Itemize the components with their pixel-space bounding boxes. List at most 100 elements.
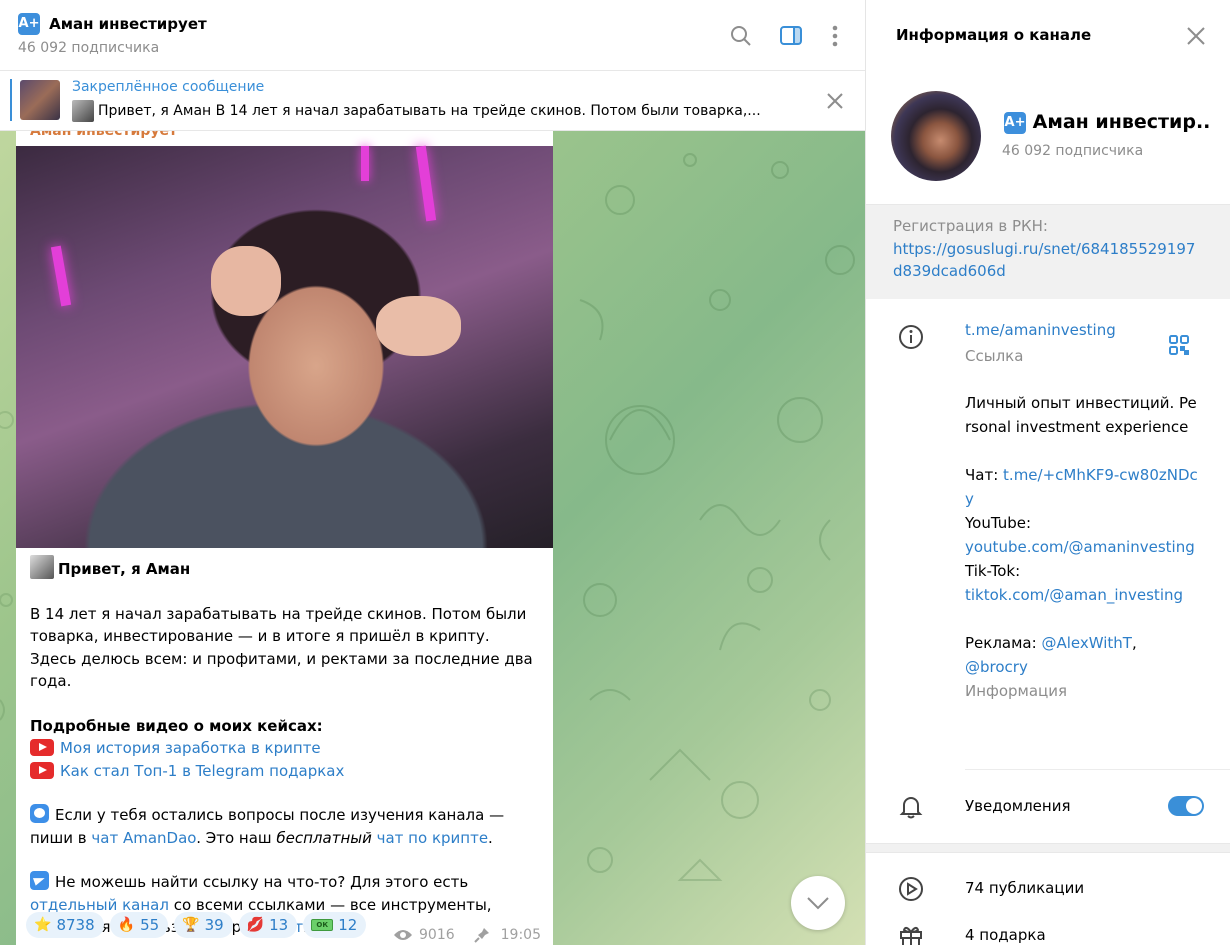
youtube-label: YouTube: — [965, 514, 1032, 532]
message-author: Аман инвестирует — [30, 131, 178, 139]
channel-badge-icon: A+ — [1004, 111, 1026, 134]
reaction-count: 8738 — [56, 916, 95, 934]
channel-avatar[interactable] — [891, 91, 981, 181]
message-bubble[interactable]: Аман инвестирует Привет, я Аман В 14 лет… — [16, 131, 553, 945]
reaction-count: 13 — [269, 916, 289, 934]
pinned-text: Привет, я Аман В 14 лет я начал зарабаты… — [98, 103, 761, 119]
reaction-lips[interactable]: 💋 13 — [238, 912, 298, 938]
chevron-down-icon — [807, 897, 829, 910]
star-icon: ⭐ — [34, 917, 52, 933]
pinned-thumbnail — [20, 80, 60, 120]
chat-label: Чат: — [965, 466, 1004, 484]
greeting-avatar-icon — [30, 555, 54, 579]
gifts-count[interactable]: 4 подарка — [965, 926, 1046, 944]
pinned-message[interactable]: Закреплённое сообщение Привет, я Аман В … — [0, 71, 865, 131]
close-pinned-icon[interactable] — [825, 91, 845, 111]
pinned-accent-bar — [10, 79, 12, 121]
neon-light — [361, 146, 369, 181]
question-text: . Это наш — [196, 828, 277, 847]
pinned-text-row: Привет, я Аман В 14 лет я начал зарабаты… — [72, 100, 812, 122]
channel-description: Личный опыт инвестиций. Personal investm… — [965, 391, 1200, 703]
youtube-icon — [30, 761, 54, 779]
more-menu-icon[interactable] — [821, 22, 849, 50]
views-eye-icon — [394, 930, 412, 940]
rkn-registration: Регистрация в РКН: https://gosuslugi.ru/… — [866, 204, 1230, 299]
intro-text: В 14 лет я начал зарабатывать на трейде … — [30, 604, 533, 691]
links-text: Не можешь найти ссылку на что-то? Для эт… — [55, 873, 469, 891]
reaction-cash[interactable]: ОК 12 — [303, 912, 367, 938]
ad-separator: , — [1131, 634, 1137, 652]
rkn-label: Регистрация в РКН: — [893, 217, 1048, 235]
notifications-toggle[interactable] — [1168, 796, 1204, 816]
channel-name: Аман инвестирует — [49, 15, 207, 33]
search-icon[interactable] — [727, 22, 755, 50]
channel-badge-icon: A+ — [18, 13, 40, 35]
ad-link-alex[interactable]: @AlexWithT — [1041, 634, 1132, 652]
chat-amandao-link[interactable]: чат AmanDao — [91, 829, 196, 847]
youtube-link[interactable]: youtube.com/@amaninvesting — [965, 535, 1200, 559]
publications-icon — [897, 875, 925, 903]
rkn-link[interactable]: https://gosuslugi.ru/snet/684185529197d8… — [893, 238, 1203, 282]
neon-light — [415, 145, 437, 222]
message-time: 19:05 — [500, 927, 541, 943]
info-channel-name-row: A+ Аман инвестир... — [1004, 111, 1209, 134]
header-title[interactable]: A+ Аман инвестирует — [18, 13, 207, 35]
channel-link[interactable]: t.me/amaninvesting — [965, 321, 1116, 339]
subscriber-count: 46 092 подписчика — [18, 40, 160, 56]
bell-icon — [897, 793, 925, 821]
telegram-icon — [30, 871, 49, 890]
emphasis-text: бесплатный — [276, 828, 372, 847]
reactions-bar: ⭐ 8738 🔥 55 🏆 39 💋 13 ОК 12 — [26, 912, 367, 938]
divider — [965, 769, 1230, 770]
qr-code-icon[interactable] — [1165, 331, 1193, 359]
greeting: Привет, я Аман — [58, 560, 191, 578]
crypto-chat-link[interactable]: чат по крипте — [377, 829, 488, 847]
message-meta: 9016 19:05 — [393, 926, 541, 944]
reaction-star[interactable]: ⭐ 8738 — [26, 912, 104, 938]
ad-label: Реклама: — [965, 634, 1042, 652]
description-text: Личный опыт инвестиций. Personal investm… — [965, 394, 1197, 436]
section-divider — [866, 843, 1230, 853]
pinned-label: Закреплённое сообщение — [72, 79, 265, 95]
info-channel-name: Аман инвестир... — [1032, 111, 1209, 133]
description-label: Информация — [965, 682, 1068, 700]
ad-link-brocry[interactable]: @brocry — [965, 655, 1200, 679]
gift-icon — [897, 922, 925, 945]
reaction-count: 12 — [338, 916, 358, 934]
video-link-1[interactable]: Моя история заработка в крипте — [60, 739, 321, 757]
reaction-trophy[interactable]: 🏆 39 — [174, 912, 233, 938]
separate-channel-link[interactable]: отдельный канал — [30, 896, 169, 914]
channel-link-label: Ссылка — [965, 347, 1024, 365]
tiktok-label: Tik-Tok: — [965, 562, 1021, 580]
channel-info-panel: Информация о канале A+ Аман инвестир... … — [865, 0, 1230, 945]
publications-count[interactable]: 74 публикации — [965, 879, 1084, 897]
info-subscriber-count: 46 092 подписчика — [1002, 143, 1144, 159]
close-info-icon[interactable] — [1186, 26, 1206, 46]
scroll-down-button[interactable] — [791, 876, 845, 930]
reaction-count: 39 — [204, 916, 224, 934]
reaction-fire[interactable]: 🔥 55 — [109, 912, 169, 938]
question-text: . — [488, 828, 493, 847]
sidebar-toggle-icon[interactable] — [777, 22, 805, 50]
trophy-icon: 🏆 — [182, 917, 200, 933]
notifications-label: Уведомления — [965, 797, 1071, 815]
message-photo[interactable] — [16, 145, 553, 548]
chat-area: A+ Аман инвестирует 46 092 подписчика За… — [0, 0, 865, 945]
message-text: Привет, я Аман В 14 лет я начал зарабаты… — [30, 555, 540, 939]
videos-heading: Подробные видео о моих кейсах: — [30, 716, 323, 735]
fire-icon: 🔥 — [117, 917, 136, 933]
info-circle-icon — [897, 323, 925, 351]
neon-light — [50, 245, 72, 307]
pin-icon — [473, 928, 489, 943]
info-panel-title: Информация о канале — [896, 26, 1092, 44]
photo-detail — [211, 246, 281, 316]
reaction-count: 55 — [140, 916, 160, 934]
pinned-mini-avatar — [72, 100, 94, 122]
lips-icon: 💋 — [246, 917, 265, 933]
photo-detail — [376, 296, 461, 356]
chat-header[interactable]: A+ Аман инвестирует 46 092 подписчика — [0, 0, 865, 71]
video-link-2[interactable]: Как стал Топ-1 в Telegram подарках — [60, 762, 344, 780]
youtube-icon — [30, 739, 54, 756]
tiktok-link[interactable]: tiktok.com/@aman_investing — [965, 583, 1200, 607]
speech-bubble-icon — [30, 804, 49, 823]
